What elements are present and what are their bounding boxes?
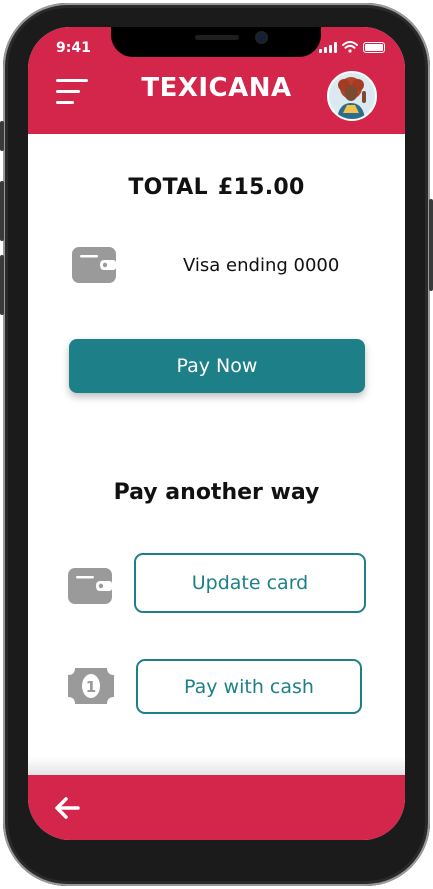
app-screen: 9:41 TEXICANA TOTAL £15.00 Visa ending 0… bbox=[28, 27, 405, 840]
wallet-icon bbox=[72, 247, 116, 283]
mute-switch bbox=[0, 121, 4, 151]
svg-text:1: 1 bbox=[86, 678, 96, 696]
status-time: 9:41 bbox=[56, 40, 91, 56]
power-button bbox=[429, 199, 433, 291]
total-amount: £15.00 bbox=[217, 175, 305, 200]
update-card-button[interactable]: Update card bbox=[134, 553, 366, 613]
volume-down-button bbox=[0, 255, 4, 315]
wifi-icon bbox=[342, 41, 358, 53]
user-avatar[interactable] bbox=[327, 71, 377, 121]
speaker-grill bbox=[195, 35, 239, 40]
signal-icon bbox=[319, 42, 337, 53]
pay-with-cash-button[interactable]: Pay with cash bbox=[136, 659, 362, 714]
battery-icon bbox=[363, 42, 385, 53]
cash-icon: 1 bbox=[68, 668, 114, 704]
total-label: TOTAL bbox=[128, 175, 208, 200]
app-footer bbox=[28, 775, 405, 840]
order-total: TOTAL £15.00 bbox=[28, 175, 405, 200]
front-camera bbox=[257, 33, 266, 42]
volume-up-button bbox=[0, 181, 4, 241]
status-icons bbox=[319, 41, 385, 53]
footer-shadow bbox=[28, 757, 405, 777]
pay-now-button[interactable]: Pay Now bbox=[69, 339, 365, 393]
wallet-icon bbox=[68, 568, 112, 604]
alternatives-heading: Pay another way bbox=[113, 480, 320, 505]
back-arrow-icon[interactable] bbox=[52, 793, 82, 823]
saved-card-label: Visa ending 0000 bbox=[183, 255, 340, 276]
avatar-portrait bbox=[329, 73, 375, 119]
notch bbox=[111, 27, 321, 57]
